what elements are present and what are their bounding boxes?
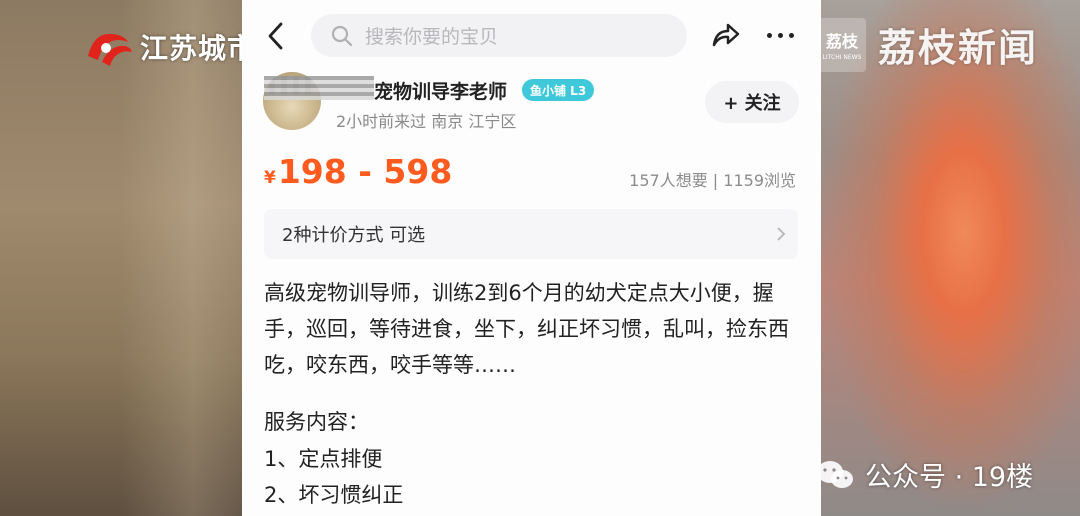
seller-level-badge: 鱼小铺 L3 xyxy=(522,79,595,101)
pricing-options-label: 2种计价方式 可选 xyxy=(282,225,426,246)
more-icon[interactable] xyxy=(767,22,801,48)
services-title: 服务内容： xyxy=(264,410,369,434)
price-currency: ¥ xyxy=(264,168,276,188)
share-icon[interactable] xyxy=(710,20,742,50)
pricing-options-row[interactable]: 2种计价方式 可选 xyxy=(264,209,798,259)
listing-stats: 157人想要 | 1159浏览 xyxy=(629,171,796,190)
seller-last-seen: 2小时前来过 xyxy=(336,112,427,131)
video-background-left xyxy=(0,0,242,516)
station-logo-icon xyxy=(88,33,132,66)
follow-label: + 关注 xyxy=(723,93,781,114)
video-background-right xyxy=(821,0,1080,516)
service-item: 1、定点排便 xyxy=(264,447,383,471)
privacy-mosaic xyxy=(264,76,374,100)
watermark-badge-subtext: LITCHI NEWS xyxy=(822,54,862,61)
search-icon xyxy=(331,25,353,46)
watermark-text: 荔枝新闻 xyxy=(878,26,1039,70)
follow-button[interactable]: + 关注 xyxy=(705,81,799,123)
station-logo-text: 江苏城市 xyxy=(140,32,257,65)
seller-name[interactable]: 宠物训导李老师 xyxy=(374,77,507,104)
news-watermark: 荔枝 LITCHI NEWS 荔枝新闻 xyxy=(818,17,1038,72)
seller-activity: 2小时前来过 南京 江宁区 xyxy=(336,108,516,132)
search-placeholder: 搜索你要的宝贝 xyxy=(365,26,499,48)
watermark-badge-text: 荔枝 xyxy=(825,32,858,51)
price: ¥ 198 - 598 xyxy=(264,152,452,191)
price-range: 198 - 598 xyxy=(277,152,453,191)
watermark-badge: 荔枝 LITCHI NEWS xyxy=(818,17,866,72)
phone-screen: 搜索你要的宝贝 宠物训导李老师 鱼小铺 L3 2小时前来过 南京 江宁区 + 关… xyxy=(242,0,821,516)
wechat-icon xyxy=(817,460,853,488)
seller-location: 南京 江宁区 xyxy=(431,112,517,131)
service-item: 2、坏习惯纠正 xyxy=(264,483,404,507)
back-icon[interactable] xyxy=(264,20,288,52)
listing-description: 高级宠物训导师，训练2到6个月的幼犬定点大小便，握手，巡回，等待进食，坐下，纠正… xyxy=(264,281,789,377)
top-bar: 搜索你要的宝贝 xyxy=(242,12,821,60)
station-logo: 江苏城市 xyxy=(84,26,256,68)
search-bar[interactable]: 搜索你要的宝贝 xyxy=(311,14,687,57)
chevron-right-icon xyxy=(777,227,786,241)
credit-text: 公众号 · 19楼 xyxy=(865,462,1034,493)
source-credit: 公众号 · 19楼 xyxy=(815,455,1033,494)
